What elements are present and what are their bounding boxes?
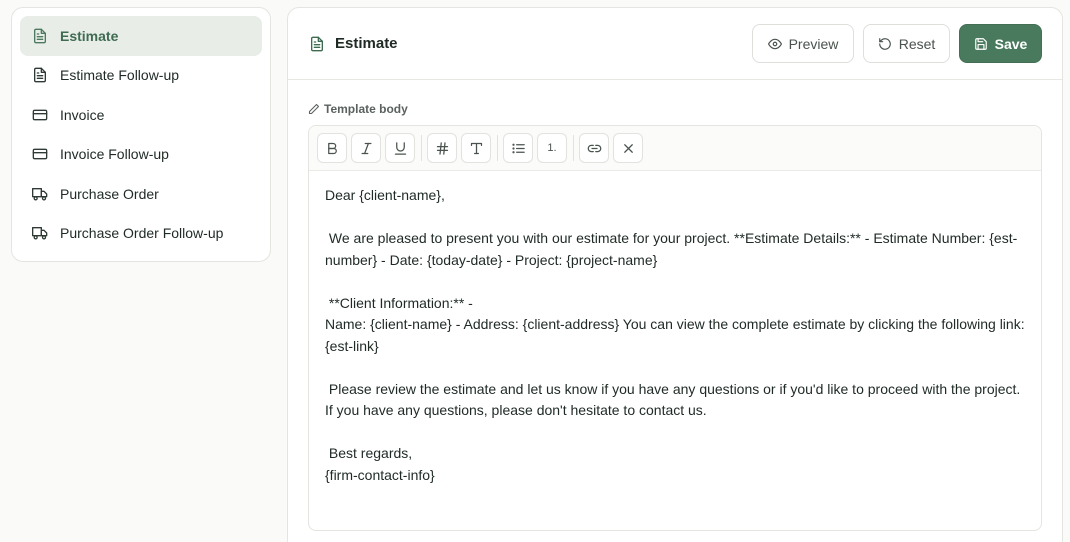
text-style-button[interactable]: [461, 133, 491, 163]
template-body-label: Template body: [308, 102, 1042, 116]
toolbar-divider: [497, 135, 498, 161]
credit-card-icon: [32, 146, 48, 162]
italic-button[interactable]: [351, 133, 381, 163]
sidebar-item-label: Estimate Follow-up: [60, 67, 180, 84]
template-sidebar: Estimate Estimate Follow-up Invoice Invo…: [11, 7, 271, 262]
preview-button-label: Preview: [788, 35, 839, 52]
reset-button-label: Reset: [898, 35, 936, 52]
file-text-icon: [32, 28, 48, 44]
file-text-icon: [309, 36, 325, 52]
file-text-icon: [32, 67, 48, 83]
preview-button[interactable]: Preview: [752, 24, 854, 63]
link-icon: [587, 141, 602, 156]
sidebar-item-label: Estimate: [60, 27, 119, 44]
sidebar-item-label: Invoice: [60, 106, 105, 123]
sidebar-item-invoice[interactable]: Invoice: [20, 95, 262, 135]
bold-icon: [325, 141, 340, 156]
clear-format-button[interactable]: [613, 133, 643, 163]
bullet-list-button[interactable]: [503, 133, 533, 163]
sidebar-item-purchase-order[interactable]: Purchase Order: [20, 174, 262, 214]
template-body-label-text: Template body: [324, 102, 408, 116]
editor-header: Estimate Preview Reset Save: [288, 8, 1062, 80]
reset-button[interactable]: Reset: [863, 24, 950, 63]
bold-button[interactable]: [317, 133, 347, 163]
save-button-label: Save: [994, 35, 1028, 52]
rotate-ccw-icon: [878, 37, 892, 51]
sidebar-item-label: Invoice Follow-up: [60, 146, 169, 163]
save-icon: [974, 37, 988, 51]
italic-icon: [359, 141, 374, 156]
credit-card-icon: [32, 107, 48, 123]
sidebar-item-label: Purchase Order Follow-up: [60, 225, 224, 242]
truck-icon: [32, 225, 48, 241]
sidebar-item-label: Purchase Order: [60, 185, 159, 202]
sidebar-item-invoice-follow-up[interactable]: Invoice Follow-up: [20, 135, 262, 175]
eye-icon: [767, 37, 782, 51]
numbered-list-button[interactable]: 1.: [537, 133, 567, 163]
type-icon: [469, 141, 484, 156]
toolbar-divider: [573, 135, 574, 161]
sidebar-item-estimate-follow-up[interactable]: Estimate Follow-up: [20, 56, 262, 96]
editor-toolbar: 1.: [309, 126, 1041, 171]
page-title-group: Estimate: [309, 35, 743, 52]
template-body-section: Template body 1. Dear {client-name}, We …: [288, 80, 1062, 531]
underline-icon: [393, 141, 408, 156]
template-editor-panel: Estimate Preview Reset Save Template bod…: [287, 7, 1063, 542]
save-button[interactable]: Save: [959, 24, 1042, 63]
list-ordered-icon: 1.: [547, 142, 557, 154]
heading-button[interactable]: [427, 133, 457, 163]
pencil-icon: [308, 103, 320, 115]
sidebar-item-estimate[interactable]: Estimate: [20, 16, 262, 56]
rich-text-editor: 1. Dear {client-name}, We are pleased to…: [308, 125, 1042, 531]
underline-button[interactable]: [385, 133, 415, 163]
link-button[interactable]: [579, 133, 609, 163]
list-icon: [511, 141, 526, 156]
toolbar-divider: [421, 135, 422, 161]
hash-icon: [435, 141, 450, 156]
truck-icon: [32, 186, 48, 202]
template-body-textarea[interactable]: Dear {client-name}, We are pleased to pr…: [309, 171, 1041, 530]
sidebar-item-purchase-order-follow-up[interactable]: Purchase Order Follow-up: [20, 214, 262, 254]
page-title: Estimate: [335, 35, 398, 52]
x-icon: [621, 141, 636, 156]
